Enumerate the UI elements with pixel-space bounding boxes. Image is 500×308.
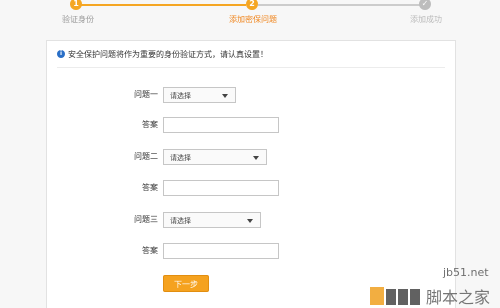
progress-line-done: [80, 4, 246, 6]
progress-line-pending: [258, 4, 422, 6]
question-3-select-value: 请选择: [170, 217, 191, 225]
security-question-panel: i 安全保护问题将作为重要的身份验证方式，请认真设置！: [46, 40, 456, 308]
answer-1-input[interactable]: [163, 117, 279, 133]
answer-3-label: 答案: [142, 246, 158, 255]
step-1-indicator: 1: [70, 0, 82, 10]
step-2-label: 添加密保问题: [229, 15, 277, 24]
answer-2-input[interactable]: [163, 180, 279, 196]
watermark-logo: 脚本之家: [370, 287, 490, 307]
question-2-select[interactable]: 请选择: [163, 149, 267, 165]
answer-2-label: 答案: [142, 183, 158, 192]
question-3-label: 问题三: [134, 215, 158, 224]
question-1-select[interactable]: 请选择: [163, 87, 236, 103]
watermark-logo-text: 脚本之家: [426, 288, 490, 307]
step-1-label: 验证身份: [62, 15, 94, 24]
question-2-select-value: 请选择: [170, 154, 191, 162]
step-2-indicator: 2: [246, 0, 258, 10]
step-3-label: 添加成功: [410, 15, 442, 24]
answer-1-label: 答案: [142, 120, 158, 129]
question-2-label: 问题二: [134, 152, 158, 161]
chevron-down-icon: [222, 94, 228, 98]
question-1-label: 问题一: [134, 90, 158, 99]
notice-bar: i 安全保护问题将作为重要的身份验证方式，请认真设置！: [57, 49, 445, 68]
step-3-check-icon: ✓: [419, 0, 431, 10]
question-3-select[interactable]: 请选择: [163, 212, 261, 228]
question-1-select-value: 请选择: [170, 92, 191, 100]
info-icon: i: [57, 49, 65, 58]
progress-steps: 1 2 ✓ 验证身份 添加密保问题 添加成功: [0, 0, 500, 30]
chevron-down-icon: [253, 156, 259, 160]
chevron-down-icon: [247, 219, 253, 223]
next-step-button[interactable]: 下一步: [163, 275, 209, 292]
notice-text: 安全保护问题将作为重要的身份验证方式，请认真设置！: [68, 50, 268, 59]
watermark-site: jb51.net: [443, 266, 489, 279]
answer-3-input[interactable]: [163, 243, 279, 259]
